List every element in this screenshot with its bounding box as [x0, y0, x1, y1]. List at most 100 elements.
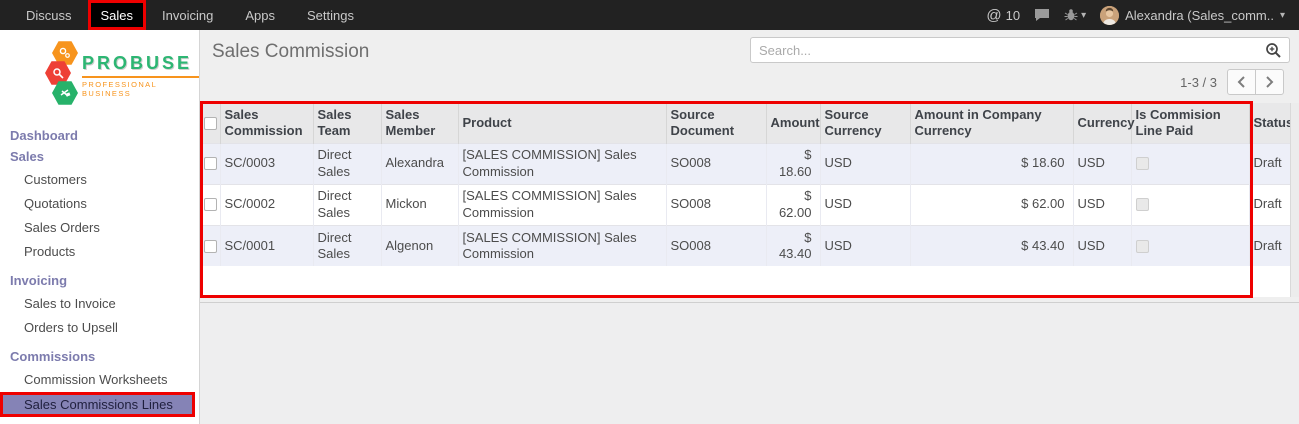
logo-hexagons-icon: [38, 40, 78, 106]
cell-currency: USD: [1073, 184, 1131, 225]
cell-product: [SALES COMMISSION] Sales Commission: [458, 184, 666, 225]
nav-sales[interactable]: Sales: [88, 0, 147, 30]
col-sales-team[interactable]: Sales Team: [313, 103, 381, 143]
table-row[interactable]: SC/0003 Direct Sales Alexandra [SALES CO…: [200, 143, 1290, 184]
pager-range: 1-3 / 3: [1180, 75, 1217, 90]
col-source-document[interactable]: Source Document: [666, 103, 766, 143]
col-status[interactable]: Status: [1249, 103, 1290, 143]
pager-previous-button[interactable]: [1227, 69, 1256, 95]
col-is-commission-line-paid[interactable]: Is Commision Line Paid: [1131, 103, 1249, 143]
col-sales-commission[interactable]: Sales Commission: [220, 103, 313, 143]
col-sales-member[interactable]: Sales Member: [381, 103, 458, 143]
caret-down-icon: ▾: [1081, 10, 1086, 21]
row-checkbox[interactable]: [204, 240, 217, 253]
cell-amount-company: $ 62.00: [910, 184, 1073, 225]
cell-status: Draft: [1249, 143, 1290, 184]
nav-invoicing[interactable]: Invoicing: [146, 0, 229, 30]
main-content: Sales Commission 1-3 / 3: [200, 30, 1299, 424]
cell-sales-member: Algenon: [381, 225, 458, 266]
cell-currency: USD: [1073, 143, 1131, 184]
bug-icon: [1064, 8, 1078, 22]
col-product[interactable]: Product: [458, 103, 666, 143]
caret-down-icon: ▾: [1280, 10, 1285, 21]
sidebar-menu: Dashboard Sales Customers Quotations Sal…: [0, 125, 199, 424]
sidebar: PROBUSE PROFESSIONAL BUSINESS Dashboard …: [0, 30, 200, 424]
sidebar-item-sales-to-invoice[interactable]: Sales to Invoice: [0, 292, 199, 315]
cell-product: [SALES COMMISSION] Sales Commission: [458, 225, 666, 266]
mention-count: 10: [1006, 8, 1020, 23]
table-row[interactable]: SC/0002 Direct Sales Mickon [SALES COMMI…: [200, 184, 1290, 225]
sidebar-item-sales-orders[interactable]: Sales Orders: [0, 216, 199, 239]
cell-source-currency: USD: [820, 143, 910, 184]
header-select-all: [200, 103, 220, 143]
search-bar: [750, 37, 1290, 63]
cell-amount: $ 43.40: [766, 225, 820, 266]
topbar: Discuss Sales Invoicing Apps Settings @ …: [0, 0, 1299, 30]
row-checkbox[interactable]: [204, 198, 217, 211]
messages-button[interactable]: [1034, 8, 1050, 22]
cell-sales-commission: SC/0002: [220, 184, 313, 225]
cell-amount-company: $ 18.60: [910, 143, 1073, 184]
cell-source-currency: USD: [820, 184, 910, 225]
pager-next-button[interactable]: [1255, 69, 1284, 95]
cell-status: Draft: [1249, 184, 1290, 225]
sidebar-item-dashboard[interactable]: Dashboard: [0, 125, 199, 146]
logo-subtitle: PROFESSIONAL BUSINESS: [82, 80, 199, 98]
debug-menu[interactable]: ▾: [1064, 8, 1086, 22]
chat-bubble-icon: [1034, 8, 1050, 22]
col-amount-company-currency[interactable]: Amount in Company Currency: [910, 103, 1073, 143]
cell-source-document: SO008: [666, 143, 766, 184]
row-checkbox[interactable]: [204, 157, 217, 170]
cell-amount: $ 18.60: [766, 143, 820, 184]
cell-amount: $ 62.00: [766, 184, 820, 225]
cell-product: [SALES COMMISSION] Sales Commission: [458, 143, 666, 184]
paid-checkbox: [1136, 157, 1149, 170]
cell-sales-member: Alexandra: [381, 143, 458, 184]
nav-discuss[interactable]: Discuss: [10, 0, 88, 30]
sidebar-item-sales[interactable]: Sales: [0, 146, 199, 167]
col-currency[interactable]: Currency: [1073, 103, 1131, 143]
col-amount[interactable]: Amount: [766, 103, 820, 143]
list-view: Sales Commission Sales Team Sales Member…: [200, 103, 1290, 297]
mention-counter[interactable]: @ 10: [986, 7, 1020, 24]
avatar: [1100, 6, 1119, 25]
sidebar-item-commissions[interactable]: Commissions: [0, 346, 199, 367]
cell-sales-team: Direct Sales: [313, 143, 381, 184]
topbar-right: @ 10 ▾: [986, 0, 1299, 30]
paid-checkbox: [1136, 240, 1149, 253]
cell-sales-commission: SC/0001: [220, 225, 313, 266]
search-icon[interactable]: [1265, 42, 1282, 59]
sidebar-item-sales-commissions-lines[interactable]: Sales Commissions Lines: [0, 392, 195, 417]
nav-apps[interactable]: Apps: [229, 0, 291, 30]
col-source-currency[interactable]: Source Currency: [820, 103, 910, 143]
cell-source-document: SO008: [666, 225, 766, 266]
cell-status: Draft: [1249, 225, 1290, 266]
user-menu[interactable]: Alexandra (Sales_comm.. ▾: [1100, 6, 1285, 25]
search-input[interactable]: [751, 43, 1265, 58]
select-all-checkbox[interactable]: [204, 117, 217, 130]
sidebar-item-customers[interactable]: Customers: [0, 168, 199, 191]
sidebar-item-commission-worksheets[interactable]: Commission Worksheets: [0, 368, 199, 391]
cell-sales-commission: SC/0003: [220, 143, 313, 184]
table-header-row: Sales Commission Sales Team Sales Member…: [200, 103, 1290, 143]
paid-checkbox: [1136, 198, 1149, 211]
main-nav: Discuss Sales Invoicing Apps Settings: [0, 0, 370, 30]
scrollbar-track[interactable]: [1290, 103, 1299, 297]
cell-sales-member: Mickon: [381, 184, 458, 225]
page-title: Sales Commission: [212, 41, 369, 63]
sidebar-item-products[interactable]: Products: [0, 240, 199, 263]
control-panel: Sales Commission 1-3 / 3: [200, 30, 1299, 103]
commission-lines-table: Sales Commission Sales Team Sales Member…: [200, 103, 1290, 266]
cell-source-currency: USD: [820, 225, 910, 266]
pager: 1-3 / 3: [1180, 69, 1284, 95]
at-icon: @: [986, 7, 1001, 24]
user-name: Alexandra (Sales_comm..: [1125, 8, 1274, 23]
cell-sales-team: Direct Sales: [313, 184, 381, 225]
sidebar-item-orders-to-upsell[interactable]: Orders to Upsell: [0, 316, 199, 339]
sidebar-item-quotations[interactable]: Quotations: [0, 192, 199, 215]
cell-sales-team: Direct Sales: [313, 225, 381, 266]
nav-settings[interactable]: Settings: [291, 0, 370, 30]
content-footer-area: [200, 302, 1299, 424]
sidebar-item-invoicing[interactable]: Invoicing: [0, 270, 199, 291]
table-row[interactable]: SC/0001 Direct Sales Algenon [SALES COMM…: [200, 225, 1290, 266]
